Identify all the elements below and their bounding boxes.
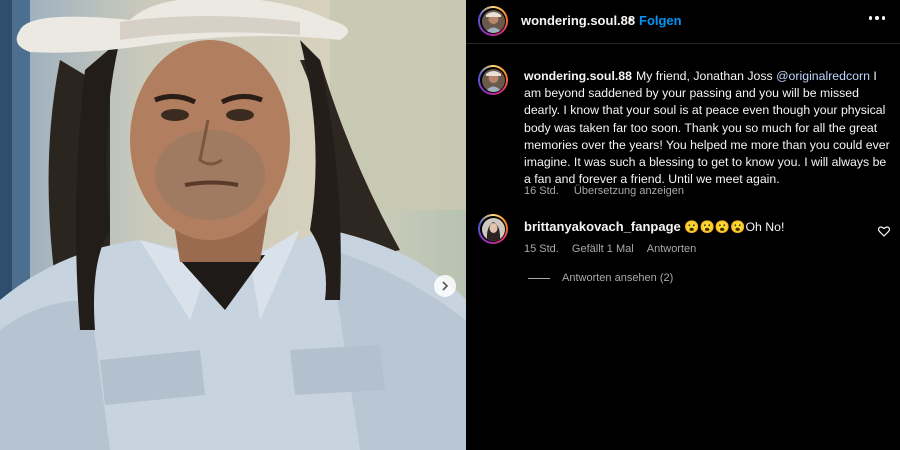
author-username[interactable]: wondering.soul.88 <box>521 13 635 28</box>
avatar-image <box>481 68 505 92</box>
caption-username[interactable]: wondering.soul.88 <box>524 69 632 83</box>
view-replies-label: Antworten ansehen (2) <box>562 272 674 284</box>
caption-time: 16 Std. <box>524 185 559 197</box>
separator-dot: • <box>628 12 633 27</box>
portrait-illustration <box>0 0 466 450</box>
caption-part2: I am beyond saddened by your passing and… <box>524 69 890 187</box>
comment-text: brittanyakovach_fanpage 😮😮😮😮Oh No! <box>524 219 784 235</box>
reply-button[interactable]: Antworten <box>647 243 697 255</box>
caption-mention[interactable]: @originalredcorn <box>776 69 870 83</box>
comment-body: Oh No! <box>745 220 785 234</box>
next-image-button[interactable] <box>434 275 456 297</box>
comment-likes[interactable]: Gefällt 1 Mal <box>572 243 634 255</box>
avatar-image <box>481 9 505 33</box>
post-image[interactable] <box>0 0 466 450</box>
heart-icon[interactable] <box>878 226 890 237</box>
caption-meta: 16 Std. Übersetzung anzeigen <box>524 185 684 197</box>
caption-avatar[interactable] <box>478 65 508 95</box>
commenter-avatar[interactable] <box>478 214 508 244</box>
replies-divider <box>528 277 550 279</box>
avatar-image <box>481 217 505 241</box>
chevron-right-icon <box>442 281 449 291</box>
comment-meta: 15 Std. Gefällt 1 Mal Antworten <box>524 243 696 255</box>
view-replies-button[interactable]: Antworten ansehen (2) <box>528 272 673 284</box>
translate-link[interactable]: Übersetzung anzeigen <box>574 185 684 197</box>
post-detail-panel: wondering.soul.88 • Folgen wondering.sou… <box>466 0 900 450</box>
commenter-username[interactable]: brittanyakovach_fanpage <box>524 219 681 234</box>
more-options-icon[interactable] <box>869 16 885 22</box>
follow-button[interactable]: Folgen <box>639 13 682 28</box>
caption-part1: My friend, Jonathan Joss <box>635 69 777 83</box>
comment-time: 15 Std. <box>524 243 559 255</box>
caption-text: wondering.soul.88 My friend, Jonathan Jos… <box>524 68 890 188</box>
comment-emojis: 😮😮😮😮 <box>684 220 746 234</box>
post-header: wondering.soul.88 • Folgen <box>466 0 900 44</box>
author-avatar[interactable] <box>478 6 508 36</box>
